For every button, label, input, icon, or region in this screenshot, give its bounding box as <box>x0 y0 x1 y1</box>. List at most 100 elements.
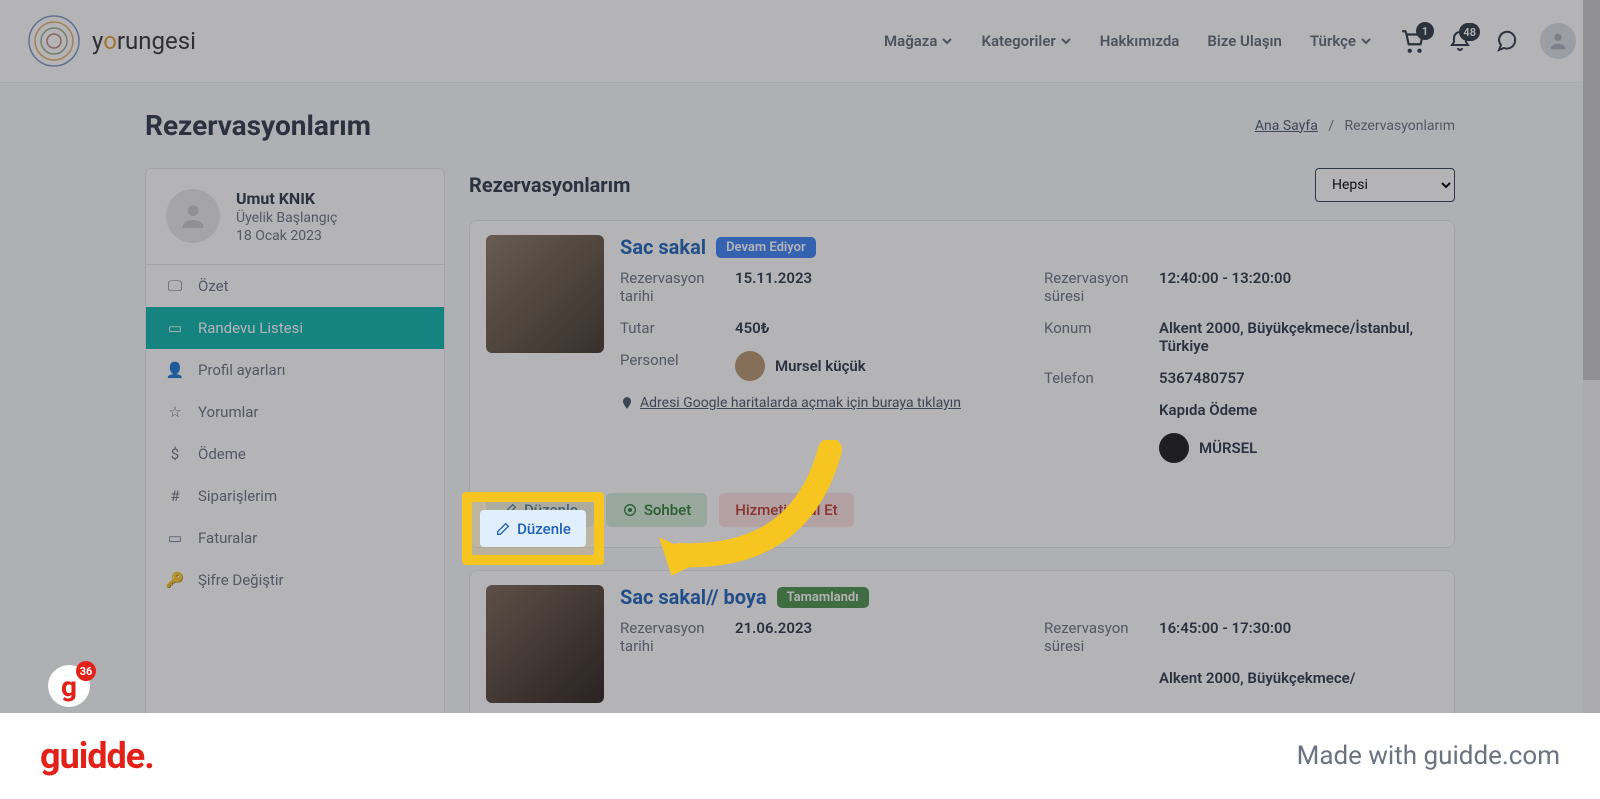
main: Umut KNIK Üyelik Başlangıç 18 Ocak 2023 … <box>0 158 1600 746</box>
logo-swirl-icon <box>24 11 84 71</box>
amount-value: 450₺ <box>735 319 769 337</box>
header: yorungesi Mağaza Kategoriler Hakkımızda … <box>0 0 1600 83</box>
location-value: Alkent 2000, Büyükçekmece/İstanbul, Türk… <box>1159 319 1438 355</box>
nav-categories[interactable]: Kategoriler <box>981 32 1071 50</box>
guidde-made: Made with guidde.com <box>1297 741 1560 771</box>
page-header: Rezervasyonlarım Ana Sayfa / Rezervasyon… <box>0 83 1600 158</box>
bell-icon[interactable]: 48 <box>1448 29 1472 53</box>
sidebar-item-label: Faturalar <box>198 529 257 547</box>
chat-icon[interactable] <box>1494 29 1518 53</box>
reservation-image <box>486 585 604 703</box>
sidebar-item-label: Özet <box>198 277 229 295</box>
breadcrumb: Ana Sayfa / Rezervasyonlarım <box>1255 118 1455 134</box>
dollar-icon: $ <box>166 445 184 463</box>
chevron-down-icon <box>1360 35 1372 47</box>
sidebar-membership-date: 18 Ocak 2023 <box>236 228 337 244</box>
sidebar-item-label: Randevu Listesi <box>198 319 303 337</box>
sidebar-item-label: Siparişlerim <box>198 487 277 505</box>
monitor-icon: 🖵 <box>166 277 184 295</box>
date-label: Rezervasyon tarihi <box>620 269 735 305</box>
content: Rezervasyonlarım Hepsi Sac sakal Devam E… <box>469 168 1455 746</box>
staff-value: Mursel küçük <box>735 351 866 381</box>
reservation-title: Sac sakal// boya <box>620 585 767 609</box>
chevron-down-icon <box>1060 35 1072 47</box>
cart-badge: 1 <box>1416 22 1434 40</box>
sidebar-item-label: Profil ayarları <box>198 361 286 379</box>
status-badge: Tamamlandı <box>777 587 869 608</box>
reservation-card: Sac sakal Devam Ediyor Rezervasyon tarih… <box>469 220 1455 548</box>
annotation-button-replica: Düzenle <box>480 510 586 547</box>
scrollbar[interactable] <box>1583 0 1600 799</box>
sidebar-membership-label: Üyelik Başlangıç <box>236 210 337 226</box>
sidebar-item-invoices[interactable]: ▭ Faturalar <box>146 517 444 559</box>
nav-store[interactable]: Mağaza <box>884 32 953 50</box>
bell-badge: 48 <box>1459 23 1480 41</box>
shop-value: MÜRSEL <box>1159 433 1257 463</box>
chevron-down-icon <box>941 35 953 47</box>
amount-label: Tutar <box>620 319 735 337</box>
date-label: Rezervasyon tarihi <box>620 619 735 655</box>
user-icon <box>1547 30 1569 52</box>
filter-select[interactable]: Hepsi <box>1315 168 1455 202</box>
sidebar-item-password[interactable]: 🔑 Şifre Değiştir <box>146 559 444 601</box>
key-icon: 🔑 <box>166 571 184 589</box>
pin-icon <box>620 396 634 410</box>
chat-icon-svg <box>1494 29 1518 53</box>
content-title: Rezervasyonlarım <box>469 173 630 197</box>
sidebar-item-profile[interactable]: 👤 Profil ayarları <box>146 349 444 391</box>
status-badge: Devam Ediyor <box>716 237 816 258</box>
sidebar-item-orders[interactable]: #Siparişlerim <box>146 475 444 517</box>
sidebar-avatar <box>166 189 220 243</box>
staff-avatar <box>735 351 765 381</box>
sidebar-profile: Umut KNIK Üyelik Başlangıç 18 Ocak 2023 <box>146 169 444 265</box>
phone-value: 5367480757 <box>1159 369 1245 387</box>
cart-icon[interactable]: 1 <box>1400 28 1426 54</box>
guidde-float[interactable]: g 36 <box>48 665 90 707</box>
date-value: 21.06.2023 <box>735 619 812 655</box>
eye-icon <box>622 502 638 518</box>
phone-label: Telefon <box>1044 369 1159 387</box>
logo[interactable]: yorungesi <box>24 11 196 71</box>
guidde-icon: g 36 <box>48 665 90 707</box>
logo-text: yorungesi <box>92 27 196 55</box>
breadcrumb-home[interactable]: Ana Sayfa <box>1255 118 1318 134</box>
user-icon: 👤 <box>166 361 184 379</box>
star-icon: ☆ <box>166 403 184 421</box>
breadcrumb-sep: / <box>1321 118 1341 134</box>
nav-contact[interactable]: Bize Ulaşın <box>1207 32 1282 50</box>
sidebar-menu: 🖵Özet ▭Randevu Listesi 👤Profil ayarları … <box>146 265 444 601</box>
duration-label: Rezervasyon süresi <box>1044 269 1159 305</box>
breadcrumb-current: Rezervasyonlarım <box>1345 118 1455 134</box>
map-link[interactable]: Adresi Google haritalarda açmak için bur… <box>620 395 1020 411</box>
sidebar-username: Umut KNIK <box>236 189 337 208</box>
chat-button[interactable]: Sohbet <box>606 493 707 527</box>
page-title: Rezervasyonlarım <box>145 109 371 142</box>
edit-icon <box>495 521 511 537</box>
reservation-actions: Düzenle Sohbet Hizmeti İptal Et <box>486 493 1438 527</box>
duration-value: 16:45:00 - 17:30:00 <box>1159 619 1291 655</box>
guidde-float-badge: 36 <box>76 661 96 681</box>
guidde-bar: guidde. Made with guidde.com <box>0 713 1600 799</box>
sidebar-item-label: Şifre Değiştir <box>198 571 284 589</box>
shop-avatar <box>1159 433 1189 463</box>
nav-lang[interactable]: Türkçe <box>1310 32 1372 50</box>
scrollbar-thumb[interactable] <box>1583 0 1600 380</box>
sidebar-item-reviews[interactable]: ☆ Yorumlar <box>146 391 444 433</box>
user-avatar[interactable] <box>1540 23 1576 59</box>
sidebar-item-payment[interactable]: $Ödeme <box>146 433 444 475</box>
location-value: Alkent 2000, Büyükçekmece/ <box>1159 669 1355 687</box>
sidebar-item-appointments[interactable]: ▭Randevu Listesi <box>146 307 444 349</box>
nav-about[interactable]: Hakkımızda <box>1100 32 1180 50</box>
staff-label: Personel <box>620 351 735 381</box>
content-head: Rezervasyonlarım Hepsi <box>469 168 1455 202</box>
duration-value: 12:40:00 - 13:20:00 <box>1159 269 1291 305</box>
date-value: 15.11.2023 <box>735 269 812 305</box>
sidebar-item-label: Yorumlar <box>198 403 258 421</box>
sidebar: Umut KNIK Üyelik Başlangıç 18 Ocak 2023 … <box>145 168 445 746</box>
calendar-icon: ▭ <box>166 529 184 547</box>
user-icon <box>177 200 209 232</box>
location-label: Konum <box>1044 319 1159 355</box>
duration-label: Rezervasyon süresi <box>1044 619 1159 655</box>
cancel-button[interactable]: Hizmeti İptal Et <box>719 493 853 527</box>
sidebar-item-summary[interactable]: 🖵 Özet <box>146 265 444 307</box>
